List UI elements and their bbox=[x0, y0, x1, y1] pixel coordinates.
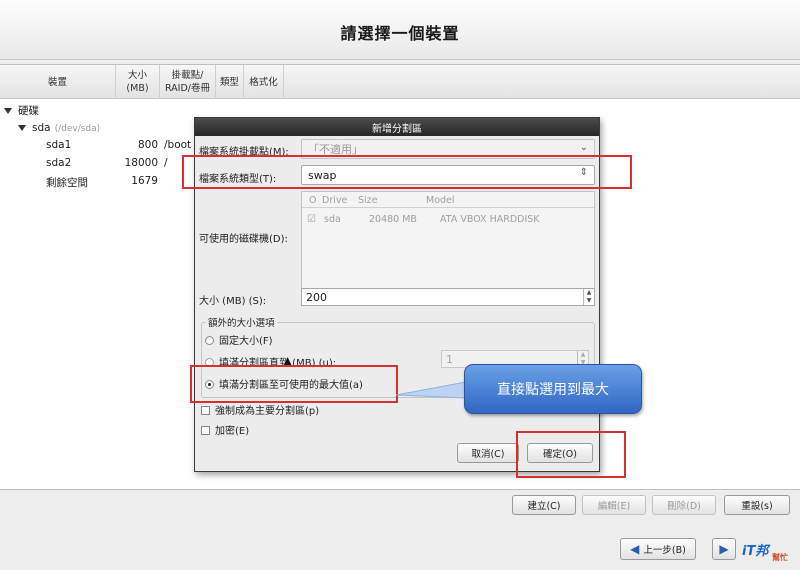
fill-upto-value: 1 bbox=[446, 352, 453, 366]
radio-icon bbox=[205, 336, 214, 345]
drive-model: ATA VBOX HARDDISK bbox=[440, 214, 540, 225]
callout-bubble: 直接點選用到最大 bbox=[464, 364, 642, 414]
size-label: 大小 (MB) (S): bbox=[199, 296, 267, 307]
tree-row-name[interactable]: 剩餘空間 bbox=[46, 175, 88, 190]
callout-pointer bbox=[396, 381, 466, 399]
encrypt-checkbox[interactable]: 加密(E) bbox=[201, 422, 249, 437]
next-arrow-icon: ▶ bbox=[719, 542, 729, 556]
tree-item-label: 硬碟 bbox=[18, 105, 39, 117]
fixed-size-label: 固定大小(F) bbox=[219, 336, 273, 347]
back-button[interactable]: ◀ 上一步(B) bbox=[620, 538, 696, 560]
chevron-down-icon: ⌄ bbox=[579, 142, 588, 153]
watermark-logo: iT邦 幫忙 bbox=[732, 536, 798, 568]
column-type[interactable]: 類型 bbox=[216, 65, 244, 99]
back-arrow-icon: ◀ bbox=[630, 542, 640, 556]
drives-label: 可使用的磁碟機(D): bbox=[199, 234, 288, 245]
highlight-fstype bbox=[182, 155, 632, 189]
checkbox-icon bbox=[201, 426, 210, 435]
reset-button[interactable]: 重設(s) bbox=[724, 495, 790, 515]
drive-name: sda bbox=[324, 214, 341, 225]
dialog-title[interactable]: 新增分割區 bbox=[195, 118, 599, 136]
checkbox-checked-icon[interactable]: ☑ bbox=[307, 214, 316, 225]
column-device[interactable]: 裝置 bbox=[0, 65, 116, 99]
header-bar: 請選擇一個裝置 bbox=[0, 0, 800, 60]
force-primary-checkbox[interactable]: 強制成為主要分割區(p) bbox=[201, 402, 319, 417]
tree-row-name[interactable]: sda1 bbox=[46, 139, 71, 151]
fixed-size-radio[interactable]: 固定大小(F) bbox=[205, 332, 273, 347]
tree-item-harddisk[interactable]: 硬碟 bbox=[4, 103, 39, 118]
drive-col-size: Size bbox=[358, 195, 378, 206]
column-mount[interactable]: 掛載點/ RAID/卷冊 bbox=[160, 65, 216, 99]
delete-button[interactable]: 刪除(D) bbox=[652, 495, 716, 515]
tree-row-name[interactable]: sda2 bbox=[46, 157, 71, 169]
drive-list[interactable]: O Drive Size Model ☑ sda 20480 MB ATA VB… bbox=[301, 191, 595, 294]
force-primary-label: 強制成為主要分割區(p) bbox=[215, 406, 320, 417]
checkbox-icon bbox=[201, 406, 210, 415]
tree-header: 裝置 大小 (MB) 掛載點/ RAID/卷冊 類型 格式化 bbox=[0, 65, 800, 99]
header-divider bbox=[302, 207, 594, 208]
watermark-sub: 幫忙 bbox=[772, 553, 788, 562]
drive-size: 20480 MB bbox=[369, 214, 417, 225]
drive-col-check: O bbox=[309, 195, 317, 206]
expand-arrow-icon[interactable] bbox=[4, 108, 12, 114]
edit-button[interactable]: 編輯(E) bbox=[582, 495, 646, 515]
extra-options-title: 額外的大小選項 bbox=[206, 315, 277, 329]
size-spinbox[interactable]: 200 ▲ ▼ bbox=[301, 288, 595, 306]
watermark-text: iT邦 bbox=[742, 544, 769, 559]
disk-label: sda bbox=[32, 122, 51, 134]
column-format[interactable]: 格式化 bbox=[244, 65, 284, 99]
highlight-fill-max bbox=[190, 365, 398, 403]
tree-item-sda[interactable]: sda (/dev/sda) bbox=[18, 122, 100, 134]
highlight-ok bbox=[516, 431, 626, 478]
page-title: 請選擇一個裝置 bbox=[340, 24, 460, 43]
encrypt-label: 加密(E) bbox=[215, 426, 250, 437]
cancel-button[interactable]: 取消(C) bbox=[457, 443, 519, 463]
tree-row-mount: /boot bbox=[164, 139, 192, 151]
tree-row-size: 18000 bbox=[124, 157, 158, 169]
expand-arrow-icon[interactable] bbox=[18, 125, 26, 131]
size-value: 200 bbox=[306, 290, 327, 304]
tree-row-mount: / bbox=[164, 157, 168, 169]
create-button[interactable]: 建立(C) bbox=[512, 495, 576, 515]
tree-row-size: 800 bbox=[137, 139, 158, 151]
column-size[interactable]: 大小 (MB) bbox=[116, 65, 160, 99]
spin-arrows-icon[interactable]: ▲ ▼ bbox=[583, 289, 594, 305]
back-button-label: 上一步(B) bbox=[643, 545, 686, 556]
drive-col-model: Model bbox=[426, 195, 455, 206]
drive-col-drive: Drive bbox=[322, 195, 348, 206]
tree-row-size: 1679 bbox=[131, 175, 158, 187]
disk-path: (/dev/sda) bbox=[54, 124, 101, 134]
